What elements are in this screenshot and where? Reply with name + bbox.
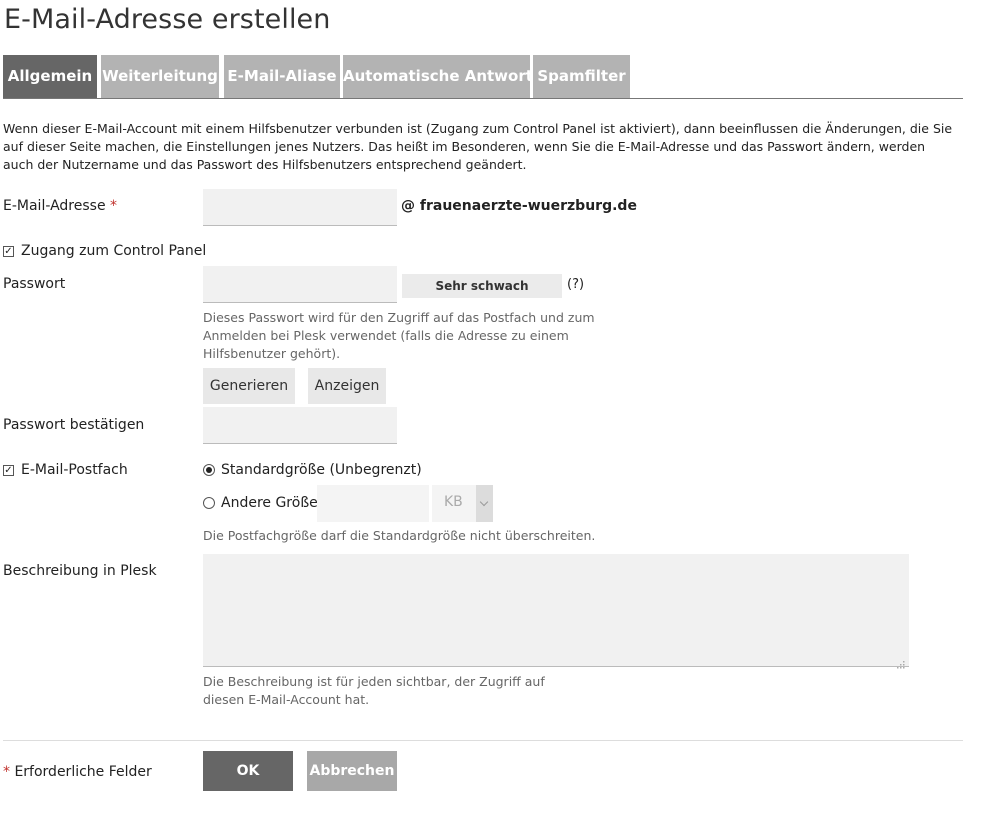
required-mark: *: [110, 198, 118, 214]
tab-automatische-antwort[interactable]: Automatische Antwort: [343, 55, 533, 98]
password-confirm-input[interactable]: [203, 407, 397, 444]
default-size-label: Standardgröße (Unbegrenzt): [221, 462, 422, 478]
resize-handle-icon[interactable]: [896, 654, 905, 669]
intro-text: Wenn dieser E-Mail-Account mit einem Hil…: [3, 121, 953, 172]
password-strength-indicator: Sehr schwach: [402, 274, 562, 298]
footer-divider: [3, 740, 963, 741]
unit-select[interactable]: KB: [432, 485, 493, 522]
mailbox-size-hint: Die Postfachgröße darf die Standardgröße…: [203, 528, 596, 543]
control-panel-label: Zugang zum Control Panel: [21, 243, 207, 259]
tab-divider: [3, 98, 963, 99]
mailbox-label: E-Mail-Postfach: [21, 462, 128, 478]
checkmark-icon: ✓: [4, 465, 13, 476]
password-confirm-label: Passwort bestätigen: [3, 417, 145, 433]
mailbox-size-input[interactable]: [317, 485, 429, 522]
control-panel-checkbox[interactable]: ✓: [3, 246, 14, 257]
other-size-radio[interactable]: [203, 497, 215, 509]
other-size-label: Andere Größe: [221, 495, 318, 511]
email-domain: @ frauenaerzte-wuerzburg.de: [401, 198, 637, 214]
email-label: E-Mail-Adresse *: [3, 198, 118, 214]
description-textarea[interactable]: [203, 554, 909, 667]
password-hint: Dieses Passwort wird für den Zugriff auf…: [203, 310, 595, 361]
tab-email-aliase[interactable]: E-Mail-Aliase: [224, 55, 340, 98]
password-label: Passwort: [3, 276, 66, 292]
email-input[interactable]: [203, 189, 397, 226]
chevron-down-icon: [479, 497, 489, 507]
tab-spamfilter[interactable]: Spamfilter: [533, 55, 630, 98]
password-input[interactable]: [203, 266, 397, 303]
description-label: Beschreibung in Plesk: [3, 563, 157, 579]
required-fields-note: * Erforderliche Felder: [3, 764, 152, 780]
page-title: E-Mail-Adresse erstellen: [4, 4, 331, 35]
default-size-radio[interactable]: [203, 464, 215, 476]
unit-select-value: KB: [444, 494, 463, 510]
show-password-button[interactable]: Anzeigen: [308, 368, 386, 404]
checkmark-icon: ✓: [4, 246, 13, 257]
mailbox-checkbox[interactable]: ✓: [3, 465, 14, 476]
unit-select-arrow: [476, 485, 493, 522]
tab-allgemein[interactable]: Allgemein: [3, 55, 97, 98]
cancel-button[interactable]: Abbrechen: [307, 751, 397, 791]
tab-weiterleitung[interactable]: Weiterleitung: [101, 55, 219, 98]
password-help-link[interactable]: (?): [567, 277, 584, 292]
generate-password-button[interactable]: Generieren: [203, 368, 295, 404]
description-hint: Die Beschreibung ist für jeden sichtbar,…: [203, 674, 545, 707]
ok-button[interactable]: OK: [203, 751, 293, 791]
